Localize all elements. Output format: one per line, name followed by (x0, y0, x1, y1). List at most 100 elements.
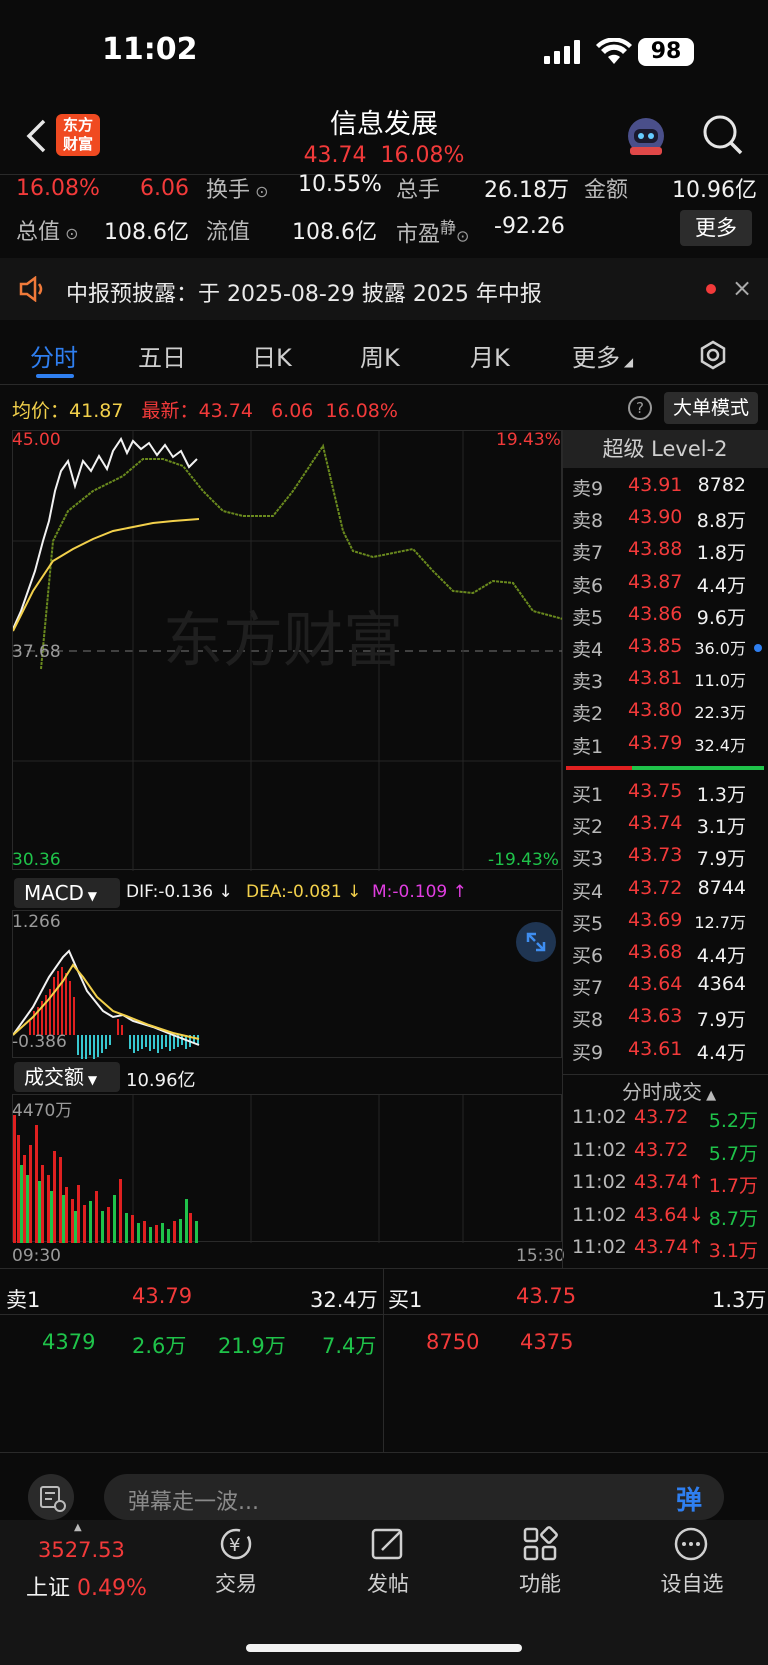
bid-row[interactable]: 买3 43.73 7.9万 (572, 844, 768, 876)
index-name-pct[interactable]: 上证 0.49% (26, 1570, 147, 1602)
ask-ratio-bar (566, 766, 632, 770)
tab-daily-k[interactable]: 日K (252, 338, 292, 373)
bid-label: 买2 (572, 816, 604, 839)
volume-value: 26.18万 (484, 178, 569, 203)
bottom-ask-label: 卖1 (6, 1288, 41, 1312)
tab-5day[interactable]: 五日 (138, 338, 186, 373)
ask-price: 43.85 (628, 635, 683, 657)
ask-row[interactable]: 卖5 43.86 9.6万 (572, 603, 768, 635)
settings-icon[interactable] (698, 340, 728, 370)
search-icon[interactable] (702, 114, 744, 156)
ask-price: 43.79 (628, 731, 683, 754)
close-icon[interactable]: × (732, 274, 752, 302)
expand-icon[interactable] (516, 922, 556, 962)
bid-row[interactable]: 买6 43.68 4.4万 (572, 941, 768, 973)
level2-title[interactable]: 超级 Level-2 (562, 430, 768, 468)
add-watchlist-icon[interactable] (672, 1526, 710, 1566)
bid-row[interactable]: 买9 43.61 4.4万 (572, 1038, 768, 1070)
notice-text[interactable]: 中报预披露：于 2025-08-29 披露 2025 年中报 (66, 276, 542, 308)
tab-monthly-k[interactable]: 月K (470, 338, 510, 373)
robot-assistant-icon[interactable] (624, 114, 668, 158)
amount-label: 金额 (584, 178, 629, 203)
macd-chart[interactable] (12, 910, 562, 1063)
ask-row[interactable]: 卖2 43.80 22.3万 (572, 699, 768, 731)
ask-label: 卖8 (572, 510, 604, 533)
post-icon[interactable] (370, 1526, 406, 1566)
ask-volume: 8782 (697, 474, 746, 496)
danmaku-toggle-button[interactable]: 弹 (676, 1480, 702, 1517)
tick-time: 11:02 (572, 1138, 627, 1161)
bid-label: 买5 (572, 912, 604, 935)
nav-add-watchlist[interactable]: 设自选 (642, 1568, 742, 1598)
bid-row[interactable]: 买7 43.64 4364 (572, 973, 768, 1005)
big-order-mode-button[interactable]: 大单模式 (664, 392, 758, 424)
tab-more[interactable]: 更多 ◢ (572, 338, 633, 373)
ask-price: 43.88 (628, 538, 683, 561)
function-icon[interactable] (522, 1526, 558, 1566)
macd-max: 1.266 (12, 912, 61, 932)
bid-volume: 1.3万 (696, 784, 746, 806)
ask-volume: 8.8万 (696, 510, 746, 533)
nav-function[interactable]: 功能 (490, 1568, 590, 1598)
ask-row[interactable]: 卖4 43.85 36.0万 (572, 635, 768, 667)
macd-selector[interactable]: MACD ▼ (14, 878, 120, 908)
ask-detail-0: 4379 (42, 1330, 96, 1354)
tab-intraday[interactable]: 分时 (30, 338, 78, 373)
ask-price: 43.91 (628, 474, 683, 496)
bottom-bid-vol: 1.3万 (712, 1288, 767, 1312)
nav-post[interactable]: 发帖 (338, 1568, 438, 1598)
ask-price: 43.81 (628, 667, 683, 690)
index-up-arrow: ▲ (74, 1522, 82, 1533)
price-max: 45.00 (12, 430, 61, 450)
tick-volume: 5.7万 (708, 1142, 758, 1165)
turnover-value: 10.55% (298, 172, 382, 197)
bid-row[interactable]: 买1 43.75 1.3万 (572, 780, 768, 812)
ask-label: 卖7 (572, 542, 604, 565)
intraday-chart[interactable]: 东方财富 (12, 430, 563, 871)
ask-row[interactable]: 卖8 43.90 8.8万 (572, 506, 768, 538)
ask-label: 卖3 (572, 671, 604, 694)
tick-volume: 8.7万 (708, 1207, 758, 1230)
ask-row[interactable]: 卖6 43.87 4.4万 (572, 571, 768, 603)
ask-row[interactable]: 卖9 43.91 8782 (572, 474, 768, 506)
bottom-ask-price: 43.79 (132, 1284, 193, 1308)
bid-row[interactable]: 买2 43.74 3.1万 (572, 812, 768, 844)
tab-active-indicator (36, 374, 74, 378)
help-icon[interactable]: ? (628, 396, 652, 420)
ask-label: 卖5 (572, 606, 604, 629)
ask-row[interactable]: 卖7 43.88 1.8万 (572, 538, 768, 570)
volume-selector[interactable]: 成交额 ▼ (14, 1062, 120, 1092)
notice-dot (706, 284, 716, 294)
bid-label: 买1 (572, 784, 604, 806)
bid-row[interactable]: 买5 43.69 12.7万 (572, 909, 768, 941)
ask-volume: 11.0万 (694, 671, 746, 691)
bid-label: 买3 (572, 848, 604, 871)
danmaku-placeholder: 弹幕走一波... (128, 1490, 259, 1515)
bid-price: 43.74 (628, 812, 683, 835)
danmaku-list-icon[interactable] (28, 1474, 74, 1520)
ask-label: 卖9 (572, 478, 604, 500)
macd-dif: DIF:-0.136 ↓ (126, 882, 233, 902)
nav-trade[interactable]: 交易 (186, 1568, 286, 1598)
tick-price: 43.64↓ (634, 1203, 705, 1226)
ask-label: 卖2 (572, 703, 604, 726)
bid-row[interactable]: 买8 43.63 7.9万 (572, 1005, 768, 1037)
volume-chart[interactable] (12, 1094, 562, 1243)
danmaku-input[interactable]: 弹幕走一波... 弹 (104, 1474, 724, 1520)
tick-volume: 3.1万 (708, 1240, 758, 1262)
stat-pct: 16.08% (16, 176, 100, 201)
ticks-title[interactable]: 分时成交 ▲ (622, 1076, 716, 1105)
index-value[interactable]: 3527.53 (38, 1538, 125, 1562)
ask-row[interactable]: 卖1 43.79 32.4万 (572, 732, 768, 764)
ask-row[interactable]: 卖3 43.81 11.0万 (572, 667, 768, 699)
bid-label: 买4 (572, 880, 604, 903)
more-stats-button[interactable]: 更多 (680, 210, 752, 246)
trade-icon[interactable]: ¥ (216, 1526, 256, 1566)
tick-time: 11:02 (572, 1171, 627, 1193)
bid-volume: 4.4万 (696, 1041, 746, 1064)
tab-weekly-k[interactable]: 周K (360, 338, 400, 373)
pe-value: -92.26 (494, 214, 565, 239)
signal-icon (544, 40, 584, 64)
macd-min: -0.386 (12, 1032, 67, 1052)
bid-row[interactable]: 买4 43.72 8744 (572, 877, 768, 909)
